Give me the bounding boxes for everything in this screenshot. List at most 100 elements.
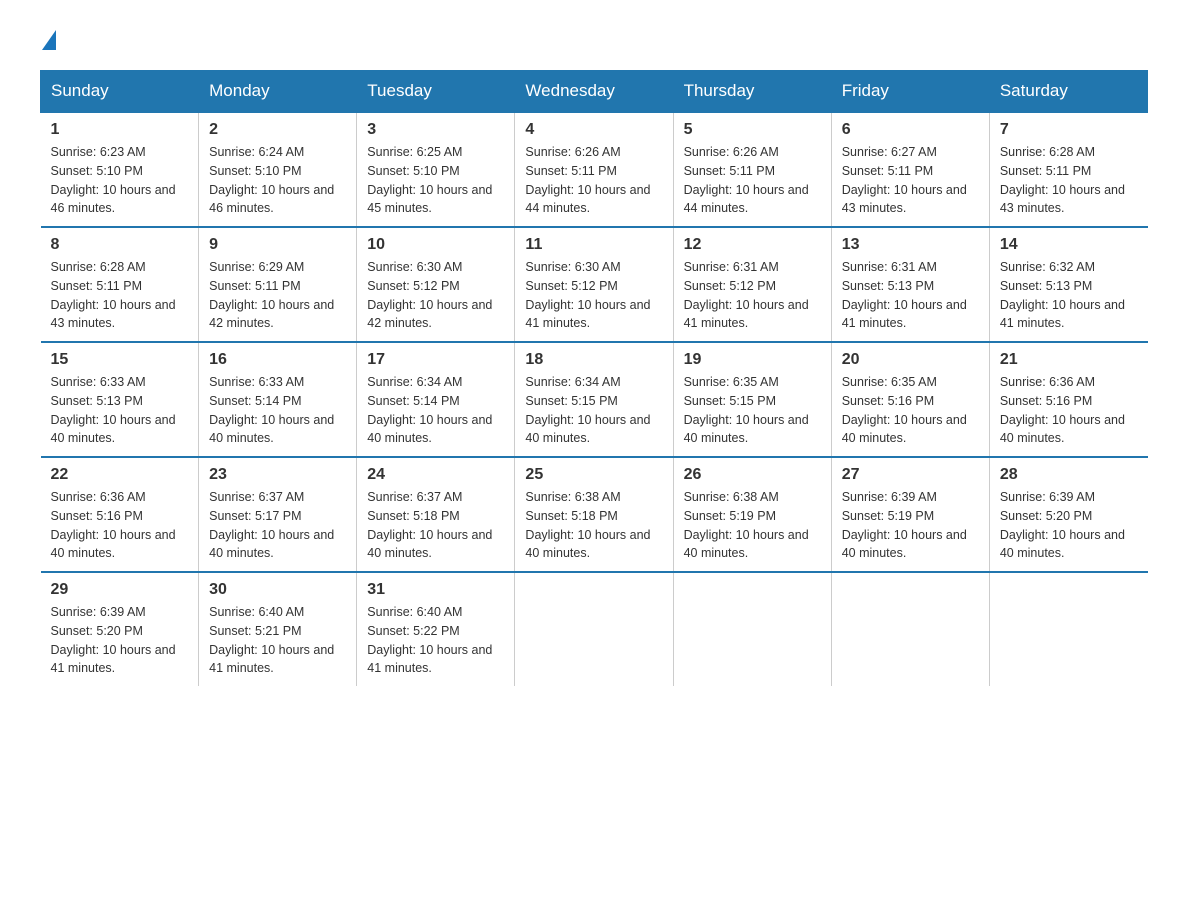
calendar-day-cell: 28 Sunrise: 6:39 AMSunset: 5:20 PMDayligh… xyxy=(989,457,1147,572)
weekday-header-sunday: Sunday xyxy=(41,71,199,113)
calendar-table: SundayMondayTuesdayWednesdayThursdayFrid… xyxy=(40,70,1148,686)
day-number: 8 xyxy=(51,236,189,254)
day-info: Sunrise: 6:34 AMSunset: 5:14 PMDaylight:… xyxy=(367,375,492,445)
calendar-day-cell: 16Sunrise: 6:33 AMSunset: 5:14 PMDayligh… xyxy=(199,342,357,457)
day-number: 31 xyxy=(367,581,504,599)
calendar-day-cell: 19 Sunrise: 6:35 AMSunset: 5:15 PMDayligh… xyxy=(673,342,831,457)
day-number: 9 xyxy=(209,236,346,254)
calendar-week-row: 8 Sunrise: 6:28 AMSunset: 5:11 PMDaylight… xyxy=(41,227,1148,342)
calendar-day-cell: 17 Sunrise: 6:34 AMSunset: 5:14 PMDayligh… xyxy=(357,342,515,457)
day-info: Sunrise: 6:29 AMSunset: 5:11 PMDaylight:… xyxy=(209,260,334,330)
weekday-header-saturday: Saturday xyxy=(989,71,1147,113)
calendar-week-row: 1 Sunrise: 6:23 AMSunset: 5:10 PMDaylight… xyxy=(41,112,1148,227)
calendar-day-cell: 30Sunrise: 6:40 AMSunset: 5:21 PMDayligh… xyxy=(199,572,357,686)
calendar-day-cell: 23 Sunrise: 6:37 AMSunset: 5:17 PMDayligh… xyxy=(199,457,357,572)
day-number: 13 xyxy=(842,236,979,254)
day-number: 19 xyxy=(684,351,821,369)
calendar-week-row: 29 Sunrise: 6:39 AMSunset: 5:20 PMDayligh… xyxy=(41,572,1148,686)
day-number: 2 xyxy=(209,121,346,139)
calendar-day-cell: 1 Sunrise: 6:23 AMSunset: 5:10 PMDaylight… xyxy=(41,112,199,227)
calendar-day-cell: 3Sunrise: 6:25 AMSunset: 5:10 PMDaylight… xyxy=(357,112,515,227)
day-info: Sunrise: 6:38 AMSunset: 5:18 PMDaylight:… xyxy=(525,490,650,560)
day-info: Sunrise: 6:38 AMSunset: 5:19 PMDaylight:… xyxy=(684,490,809,560)
day-number: 10 xyxy=(367,236,504,254)
calendar-day-cell: 2 Sunrise: 6:24 AMSunset: 5:10 PMDaylight… xyxy=(199,112,357,227)
calendar-day-cell: 24Sunrise: 6:37 AMSunset: 5:18 PMDayligh… xyxy=(357,457,515,572)
weekday-header-tuesday: Tuesday xyxy=(357,71,515,113)
day-number: 29 xyxy=(51,581,189,599)
day-info: Sunrise: 6:36 AMSunset: 5:16 PMDaylight:… xyxy=(1000,375,1125,445)
day-number: 3 xyxy=(367,121,504,139)
calendar-day-cell: 13 Sunrise: 6:31 AMSunset: 5:13 PMDayligh… xyxy=(831,227,989,342)
day-info: Sunrise: 6:32 AMSunset: 5:13 PMDaylight:… xyxy=(1000,260,1125,330)
calendar-day-cell: 21 Sunrise: 6:36 AMSunset: 5:16 PMDayligh… xyxy=(989,342,1147,457)
calendar-day-cell: 22 Sunrise: 6:36 AMSunset: 5:16 PMDayligh… xyxy=(41,457,199,572)
weekday-header-row: SundayMondayTuesdayWednesdayThursdayFrid… xyxy=(41,71,1148,113)
day-number: 15 xyxy=(51,351,189,369)
day-number: 7 xyxy=(1000,121,1138,139)
day-info: Sunrise: 6:34 AMSunset: 5:15 PMDaylight:… xyxy=(525,375,650,445)
calendar-day-cell: 20 Sunrise: 6:35 AMSunset: 5:16 PMDayligh… xyxy=(831,342,989,457)
calendar-day-cell xyxy=(831,572,989,686)
day-info: Sunrise: 6:30 AMSunset: 5:12 PMDaylight:… xyxy=(367,260,492,330)
calendar-day-cell: 18 Sunrise: 6:34 AMSunset: 5:15 PMDayligh… xyxy=(515,342,673,457)
day-info: Sunrise: 6:26 AMSunset: 5:11 PMDaylight:… xyxy=(684,145,809,215)
day-number: 20 xyxy=(842,351,979,369)
calendar-day-cell xyxy=(989,572,1147,686)
weekday-header-wednesday: Wednesday xyxy=(515,71,673,113)
day-info: Sunrise: 6:30 AMSunset: 5:12 PMDaylight:… xyxy=(525,260,650,330)
day-number: 11 xyxy=(525,236,662,254)
day-info: Sunrise: 6:39 AMSunset: 5:20 PMDaylight:… xyxy=(1000,490,1125,560)
day-number: 6 xyxy=(842,121,979,139)
day-number: 27 xyxy=(842,466,979,484)
day-info: Sunrise: 6:31 AMSunset: 5:13 PMDaylight:… xyxy=(842,260,967,330)
day-info: Sunrise: 6:40 AMSunset: 5:22 PMDaylight:… xyxy=(367,605,492,675)
day-number: 4 xyxy=(525,121,662,139)
calendar-day-cell: 31 Sunrise: 6:40 AMSunset: 5:22 PMDayligh… xyxy=(357,572,515,686)
logo xyxy=(40,30,58,50)
day-info: Sunrise: 6:37 AMSunset: 5:18 PMDaylight:… xyxy=(367,490,492,560)
day-info: Sunrise: 6:39 AMSunset: 5:20 PMDaylight:… xyxy=(51,605,176,675)
calendar-day-cell: 29 Sunrise: 6:39 AMSunset: 5:20 PMDayligh… xyxy=(41,572,199,686)
day-number: 14 xyxy=(1000,236,1138,254)
day-info: Sunrise: 6:24 AMSunset: 5:10 PMDaylight:… xyxy=(209,145,334,215)
calendar-day-cell xyxy=(515,572,673,686)
calendar-day-cell xyxy=(673,572,831,686)
weekday-header-monday: Monday xyxy=(199,71,357,113)
day-info: Sunrise: 6:28 AMSunset: 5:11 PMDaylight:… xyxy=(51,260,176,330)
day-info: Sunrise: 6:35 AMSunset: 5:15 PMDaylight:… xyxy=(684,375,809,445)
day-info: Sunrise: 6:28 AMSunset: 5:11 PMDaylight:… xyxy=(1000,145,1125,215)
calendar-day-cell: 12 Sunrise: 6:31 AMSunset: 5:12 PMDayligh… xyxy=(673,227,831,342)
logo-triangle-icon xyxy=(42,30,56,50)
page-header xyxy=(40,30,1148,50)
day-number: 28 xyxy=(1000,466,1138,484)
calendar-day-cell: 10 Sunrise: 6:30 AMSunset: 5:12 PMDayligh… xyxy=(357,227,515,342)
day-number: 23 xyxy=(209,466,346,484)
day-number: 12 xyxy=(684,236,821,254)
day-info: Sunrise: 6:36 AMSunset: 5:16 PMDaylight:… xyxy=(51,490,176,560)
day-info: Sunrise: 6:35 AMSunset: 5:16 PMDaylight:… xyxy=(842,375,967,445)
day-number: 30 xyxy=(209,581,346,599)
day-info: Sunrise: 6:26 AMSunset: 5:11 PMDaylight:… xyxy=(525,145,650,215)
calendar-day-cell: 27 Sunrise: 6:39 AMSunset: 5:19 PMDayligh… xyxy=(831,457,989,572)
day-info: Sunrise: 6:23 AMSunset: 5:10 PMDaylight:… xyxy=(51,145,176,215)
calendar-day-cell: 4 Sunrise: 6:26 AMSunset: 5:11 PMDaylight… xyxy=(515,112,673,227)
day-number: 1 xyxy=(51,121,189,139)
calendar-week-row: 22 Sunrise: 6:36 AMSunset: 5:16 PMDayligh… xyxy=(41,457,1148,572)
day-info: Sunrise: 6:27 AMSunset: 5:11 PMDaylight:… xyxy=(842,145,967,215)
day-number: 17 xyxy=(367,351,504,369)
calendar-day-cell: 9 Sunrise: 6:29 AMSunset: 5:11 PMDaylight… xyxy=(199,227,357,342)
day-info: Sunrise: 6:37 AMSunset: 5:17 PMDaylight:… xyxy=(209,490,334,560)
calendar-day-cell: 14 Sunrise: 6:32 AMSunset: 5:13 PMDayligh… xyxy=(989,227,1147,342)
day-number: 16 xyxy=(209,351,346,369)
day-info: Sunrise: 6:39 AMSunset: 5:19 PMDaylight:… xyxy=(842,490,967,560)
calendar-day-cell: 7 Sunrise: 6:28 AMSunset: 5:11 PMDaylight… xyxy=(989,112,1147,227)
day-number: 26 xyxy=(684,466,821,484)
calendar-day-cell: 11 Sunrise: 6:30 AMSunset: 5:12 PMDayligh… xyxy=(515,227,673,342)
calendar-day-cell: 25Sunrise: 6:38 AMSunset: 5:18 PMDayligh… xyxy=(515,457,673,572)
weekday-header-friday: Friday xyxy=(831,71,989,113)
day-number: 22 xyxy=(51,466,189,484)
day-number: 18 xyxy=(525,351,662,369)
day-number: 21 xyxy=(1000,351,1138,369)
day-info: Sunrise: 6:31 AMSunset: 5:12 PMDaylight:… xyxy=(684,260,809,330)
